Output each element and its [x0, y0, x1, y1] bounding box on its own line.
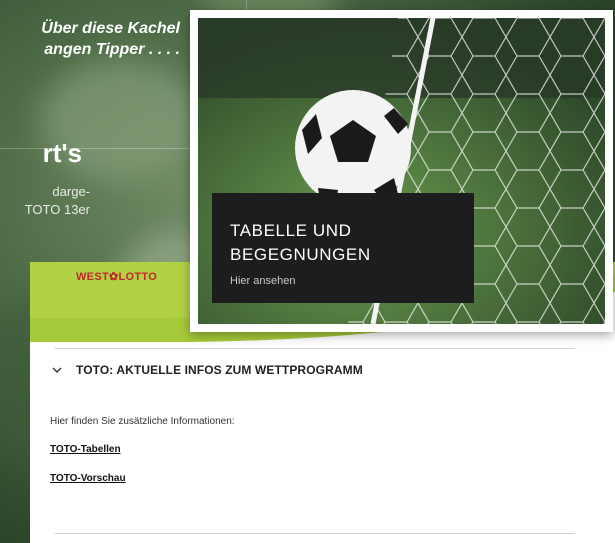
accordion-title: TOTO: AKTUELLE INFOS ZUM WETTPROGRAMM — [76, 363, 363, 377]
logo-clover-icon: ✿ — [108, 271, 119, 283]
subtext-line-1: darge- — [52, 184, 90, 199]
tile-title: TABELLE UND BEGEGNUNGEN — [230, 219, 371, 267]
background-caption: Über diese Kachel angen Tipper . . . . — [0, 18, 180, 60]
divider — [55, 533, 575, 534]
chevron-down-icon — [52, 367, 62, 373]
link-toto-tabellen[interactable]: TOTO-Tabellen — [50, 444, 121, 455]
logo-west: WEST — [76, 271, 109, 283]
westlotto-logo: WEST✿LOTTO — [76, 270, 157, 283]
info-text: Hier finden Sie zusätzliche Informatione… — [50, 416, 235, 427]
caption-line-2: angen Tipper . . . . — [44, 41, 180, 58]
tile-title-line-2: BEGEGNUNGEN — [230, 245, 371, 264]
caption-line-1: Über diese Kachel — [41, 20, 180, 37]
divider — [55, 348, 575, 349]
subtext-line-2: TOTO 13er — [24, 202, 90, 217]
tile-title-line-1: TABELLE UND — [230, 221, 352, 240]
background-headline: rt's — [42, 138, 82, 168]
background-subtext: darge- TOTO 13er — [0, 183, 90, 219]
tabelle-tile[interactable]: TABELLE UND BEGEGNUNGEN Hier ansehen — [190, 10, 613, 332]
link-toto-vorschau[interactable]: TOTO-Vorschau — [50, 473, 126, 484]
logo-lotto: LOTTO — [118, 271, 158, 283]
accordion-header[interactable]: TOTO: AKTUELLE INFOS ZUM WETTPROGRAMM — [52, 363, 363, 377]
tile-link[interactable]: Hier ansehen — [230, 275, 295, 287]
tile-caption: TABELLE UND BEGEGNUNGEN Hier ansehen — [212, 193, 474, 303]
